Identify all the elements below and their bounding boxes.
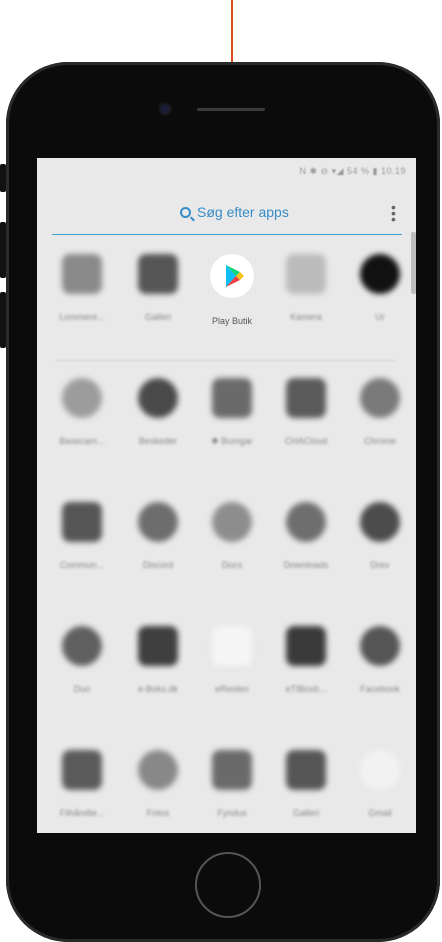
app-label: e-Boks.dk (137, 684, 179, 694)
app-row: Filhåndte... Fotos Fyndus Galleri Gmail (37, 750, 416, 833)
app-label: eTIBoxb... (285, 684, 327, 694)
mute-switch (0, 164, 6, 192)
app-label: Basecam... (59, 436, 105, 446)
app-file-manager[interactable]: Filhåndte... (45, 750, 119, 818)
app-drawer-screen: N ✱ ⊖ ▾◢ 54 % ▮ 10.19 Søg efter apps • • •… (37, 158, 416, 833)
app-label: Chrome (363, 436, 396, 446)
app-community[interactable]: Commun... (45, 502, 119, 570)
app-docs[interactable]: Docs (195, 502, 269, 570)
app-label: Duo (73, 684, 91, 694)
app-grid: Lommere... Galleri Play Butik Kamera Ur Basec… (37, 254, 416, 833)
search-icon (180, 207, 191, 218)
basecamp-icon (62, 378, 102, 418)
app-ereolen[interactable]: eReolen (195, 626, 269, 694)
chrome-icon (360, 378, 400, 418)
app-label: Commun... (59, 560, 104, 570)
app-label: Kamera (290, 312, 322, 322)
more-options-icon[interactable]: • • • (391, 200, 396, 226)
duo-icon (62, 626, 102, 666)
app-play-store[interactable]: Play Butik (195, 254, 269, 326)
messages-icon (138, 378, 178, 418)
discord-icon (138, 502, 178, 542)
app-label: Galleri (144, 312, 171, 322)
app-duo[interactable]: Duo (45, 626, 119, 694)
play-store-icon (210, 254, 254, 298)
app-basecamp[interactable]: Basecam... (45, 378, 119, 446)
clock-icon (360, 254, 400, 294)
volume-down-button (0, 292, 6, 348)
divider (55, 360, 395, 361)
app-etibox[interactable]: eTIBoxb... (269, 626, 343, 694)
photos-icon (138, 750, 178, 790)
docs-icon (212, 502, 252, 542)
app-camera[interactable]: Kamera (269, 254, 343, 322)
file-manager-icon (62, 750, 102, 790)
app-facebook[interactable]: Facebook (343, 626, 416, 694)
app-gmail[interactable]: Gmail (343, 750, 416, 818)
calculator-icon (62, 254, 102, 294)
app-discord[interactable]: Discord (121, 502, 195, 570)
app-chrome[interactable]: Chrome (343, 378, 416, 446)
cloud-icon (286, 378, 326, 418)
fyndus-icon (212, 750, 252, 790)
app-label: Beskeder (138, 436, 178, 446)
app-label: Gmail (368, 808, 392, 818)
app-label: Fotos (146, 808, 170, 818)
app-bumgar[interactable]: ✱ Bumgar (195, 378, 269, 447)
app-label: ✱ Bumgar (211, 436, 253, 446)
ereolen-icon (212, 626, 252, 666)
downloads-icon (286, 502, 326, 542)
app-label: Fyndus (217, 808, 247, 818)
eboks-icon (138, 626, 178, 666)
gallery-icon (138, 254, 178, 294)
facebook-icon (360, 626, 400, 666)
app-label: Filhåndte... (59, 808, 105, 818)
app-messages[interactable]: Beskeder (121, 378, 195, 446)
gmail-icon (360, 750, 400, 790)
app-drive[interactable]: Drev (343, 502, 416, 570)
app-label: Docs (221, 560, 243, 570)
app-row: Basecam... Beskeder ✱ Bumgar CHACloud Chrome (37, 378, 416, 502)
app-label: Downloads (283, 560, 329, 570)
drive-icon (360, 502, 400, 542)
app-photos[interactable]: Fotos (121, 750, 195, 818)
volume-up-button (0, 222, 6, 278)
app-row: Commun... Discord Docs Downloads Drev (37, 502, 416, 626)
status-bar: N ✱ ⊖ ▾◢ 54 % ▮ 10.19 (299, 166, 406, 176)
app-downloads[interactable]: Downloads (269, 502, 343, 570)
search-input[interactable]: Søg efter apps (197, 204, 289, 220)
app-label: Facebook (360, 684, 400, 694)
app-gallery[interactable]: Galleri (269, 750, 343, 818)
app-search-bar[interactable]: Søg efter apps • • • (52, 198, 402, 235)
app-row: Lommere... Galleri Play Butik Kamera Ur (37, 254, 416, 378)
community-icon (62, 502, 102, 542)
app-row: Duo e-Boks.dk eReolen eTIBoxb... Facebook (37, 626, 416, 750)
app-label: CHACloud (284, 436, 328, 446)
app-clock[interactable]: Ur (343, 254, 416, 322)
app-label: Discord (142, 560, 174, 570)
earpiece-speaker (197, 108, 265, 111)
bumgar-icon (212, 378, 252, 418)
app-cloud[interactable]: CHACloud (269, 378, 343, 446)
etibox-icon (286, 626, 326, 666)
app-calculator[interactable]: Lommere... (45, 254, 119, 322)
app-label: Galleri (292, 808, 319, 818)
app-label: Drev (370, 560, 390, 570)
app-label: eReolen (215, 684, 249, 694)
home-button[interactable] (195, 852, 261, 918)
gallery-icon (286, 750, 326, 790)
app-label: Lommere... (59, 312, 105, 322)
app-fyndus[interactable]: Fyndus (195, 750, 269, 818)
app-label: Ur (375, 312, 385, 322)
app-label: Play Butik (211, 316, 253, 326)
front-camera (160, 104, 170, 114)
app-gallery[interactable]: Galleri (121, 254, 195, 322)
camera-icon (286, 254, 326, 294)
app-eboks[interactable]: e-Boks.dk (121, 626, 195, 694)
